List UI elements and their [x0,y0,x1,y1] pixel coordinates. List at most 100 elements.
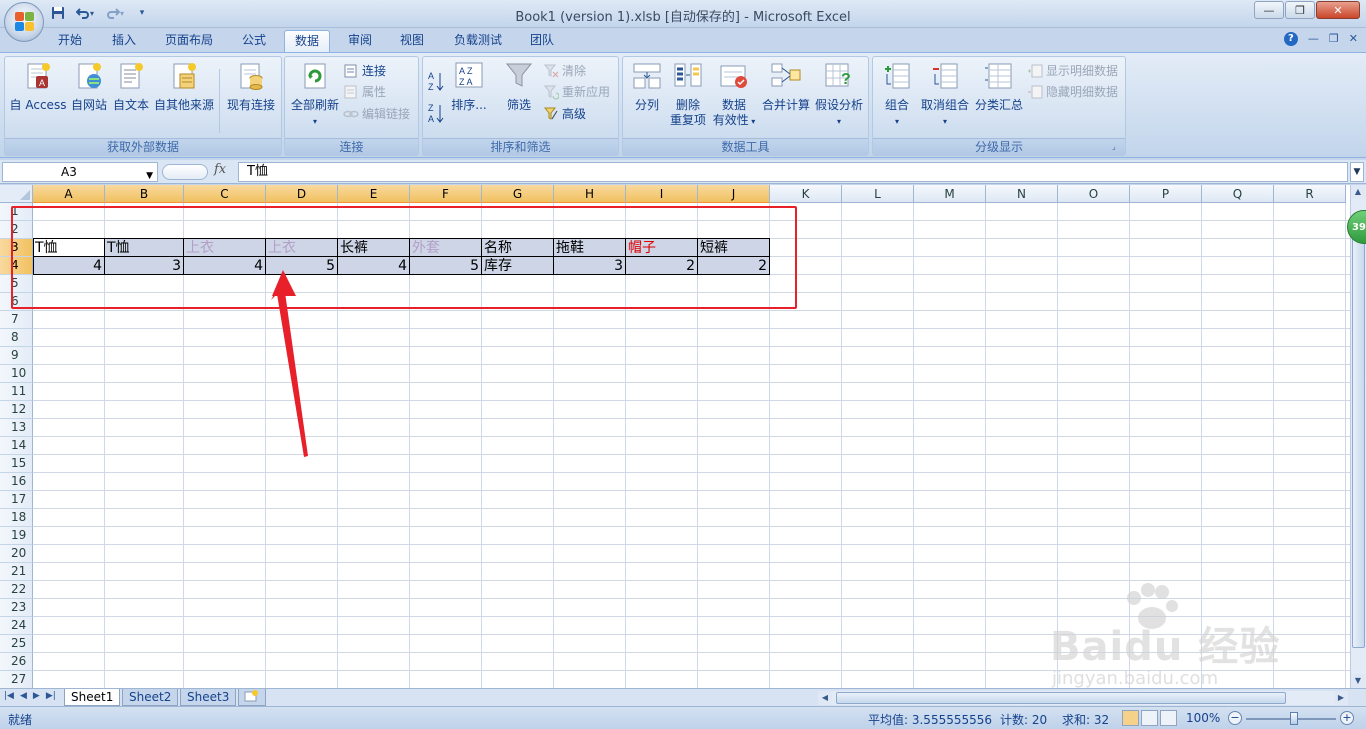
horizontal-scroll-thumb[interactable] [836,692,1286,704]
column-header-A[interactable]: A [33,185,105,203]
row-header-21[interactable]: 21 [0,563,33,581]
subtotal-button[interactable]: 分类汇总 [973,60,1025,113]
from-access-button[interactable]: A 自 Access [7,60,69,113]
ribbon-minimize-icon[interactable]: — [1308,32,1319,46]
column-header-D[interactable]: D [266,185,338,203]
show-detail-button[interactable]: 显示明细数据 [1027,61,1118,81]
zoom-out-button[interactable]: − [1228,711,1242,725]
clear-filter-button[interactable]: 清除 [543,61,586,81]
from-web-button[interactable]: 自网站 [67,60,111,113]
page-layout-view-button[interactable] [1141,710,1158,726]
ribbon-restore-icon[interactable]: ❐ [1329,32,1339,46]
scroll-left-icon[interactable]: ◀ [818,691,832,705]
column-header-I[interactable]: I [626,185,698,203]
row-header-19[interactable]: 19 [0,527,33,545]
group-button[interactable]: 组合 ▾ [877,60,917,129]
row-header-15[interactable]: 15 [0,455,33,473]
sort-button[interactable]: A ZZ A 排序... [449,60,489,113]
name-box[interactable]: A3 ▼ [2,162,158,182]
existing-connections-button[interactable]: 现有连接 [223,60,279,113]
column-header-P[interactable]: P [1130,185,1202,203]
text-to-columns-button[interactable]: 分列 [625,60,669,113]
sort-az-button[interactable]: AZ [427,71,445,92]
edit-links-button[interactable]: 编辑链接 [343,104,410,124]
row-header-22[interactable]: 22 [0,581,33,599]
what-if-analysis-button[interactable]: ? 假设分析 ▾ [813,60,865,129]
tab-home[interactable]: 开始 [48,30,92,52]
row-header-27[interactable]: 27 [0,671,33,688]
tab-view[interactable]: 视图 [390,30,434,52]
vertical-scrollbar[interactable]: ▲ ▼ [1350,185,1366,688]
row-header-18[interactable]: 18 [0,509,33,527]
sheet-tab-3[interactable]: Sheet3 [180,689,237,706]
last-sheet-icon[interactable]: ▶| [46,691,56,701]
consolidate-button[interactable]: 合并计算 [759,60,813,113]
close-button[interactable]: ✕ [1316,1,1360,19]
row-header-24[interactable]: 24 [0,617,33,635]
ribbon-close-icon[interactable]: ✕ [1349,32,1358,46]
name-box-dropdown-icon[interactable]: ▼ [146,167,153,185]
row-header-17[interactable]: 17 [0,491,33,509]
tab-insert[interactable]: 插入 [102,30,146,52]
worksheet-grid[interactable]: ABCDEFGHIJKLMNOPQR 1 2 3 4 5 6 7 8 9 10 11 12 13 14 15… [0,185,1350,688]
row-header-26[interactable]: 26 [0,653,33,671]
scroll-down-icon[interactable]: ▼ [1351,674,1365,688]
help-icon[interactable]: ? [1283,32,1298,46]
row-header-16[interactable]: 16 [0,473,33,491]
insert-sheet-icon[interactable] [238,689,266,706]
office-button[interactable] [4,2,44,42]
row-header-10[interactable]: 10 [0,365,33,383]
zoom-level[interactable]: 100% [1186,711,1220,725]
column-header-O[interactable]: O [1058,185,1130,203]
tab-load-test[interactable]: 负载测试 [444,30,512,52]
row-header-8[interactable]: 8 [0,329,33,347]
advanced-filter-button[interactable]: 高级 [543,104,586,124]
column-header-C[interactable]: C [184,185,266,203]
prev-sheet-icon[interactable]: ◀ [20,691,27,701]
properties-button[interactable]: 属性 [343,82,386,102]
column-header-L[interactable]: L [842,185,914,203]
row-header-23[interactable]: 23 [0,599,33,617]
zoom-in-button[interactable]: + [1340,711,1354,725]
column-header-F[interactable]: F [410,185,482,203]
first-sheet-icon[interactable]: |◀ [4,691,14,701]
scroll-right-icon[interactable]: ▶ [1334,691,1348,705]
column-header-J[interactable]: J [698,185,770,203]
vertical-scroll-thumb[interactable] [1352,215,1365,648]
tab-review[interactable]: 审阅 [338,30,382,52]
row-header-12[interactable]: 12 [0,401,33,419]
column-header-B[interactable]: B [105,185,184,203]
tab-formulas[interactable]: 公式 [232,30,276,52]
formula-input[interactable]: T恤 [238,162,1348,182]
ungroup-button[interactable]: 取消组合 ▾ [917,60,973,129]
column-header-Q[interactable]: Q [1202,185,1274,203]
data-validation-button[interactable]: 数据 有效性 ▾ [709,60,759,129]
column-header-G[interactable]: G [482,185,554,203]
remove-duplicates-button[interactable]: 删除 重复项 [669,60,707,128]
tab-page-layout[interactable]: 页面布局 [155,30,223,52]
insert-function-button[interactable]: fx [214,162,226,177]
tab-data[interactable]: 数据 [284,30,331,53]
next-sheet-icon[interactable]: ▶ [33,691,40,701]
row-header-11[interactable]: 11 [0,383,33,401]
column-header-N[interactable]: N [986,185,1058,203]
connections-button[interactable]: 连接 [343,61,386,81]
row-header-14[interactable]: 14 [0,437,33,455]
from-other-sources-button[interactable]: 自其他来源 [151,60,217,113]
normal-view-button[interactable] [1122,710,1139,726]
row-header-13[interactable]: 13 [0,419,33,437]
dialog-launcher-icon[interactable]: ⌟ [1112,142,1122,152]
scroll-up-icon[interactable]: ▲ [1351,185,1365,199]
page-break-view-button[interactable] [1160,710,1177,726]
column-header-M[interactable]: M [914,185,986,203]
from-text-button[interactable]: 自文本 [109,60,153,113]
sheet-tab-1[interactable]: Sheet1 [64,689,121,706]
minimize-button[interactable]: — [1254,1,1284,19]
sheet-tab-2[interactable]: Sheet2 [122,689,179,706]
column-header-H[interactable]: H [554,185,626,203]
column-header-E[interactable]: E [338,185,410,203]
sort-za-button[interactable]: ZA [427,103,445,124]
hide-detail-button[interactable]: 隐藏明细数据 [1027,82,1118,102]
row-header-7[interactable]: 7 [0,311,33,329]
horizontal-scrollbar[interactable]: ◀ ▶ [818,691,1348,705]
